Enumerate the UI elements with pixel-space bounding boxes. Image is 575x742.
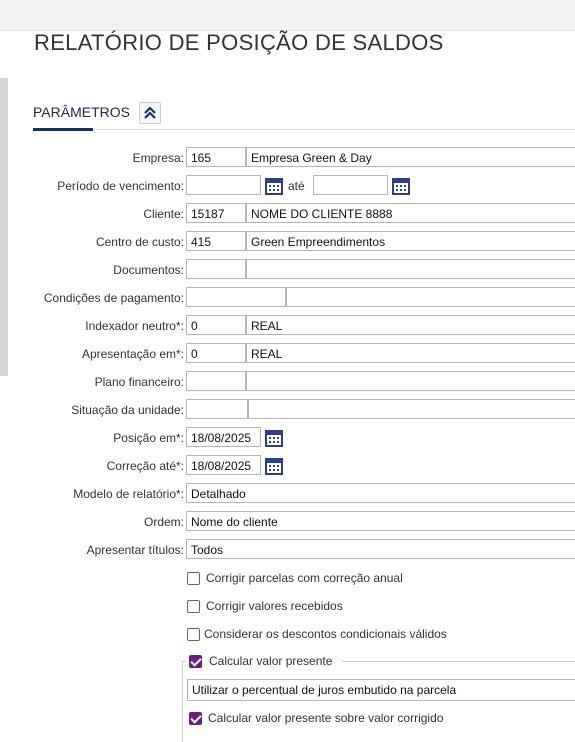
valor-presente-label: Calcular valor presente — [209, 654, 333, 668]
situacao-name-input[interactable] — [248, 399, 575, 419]
valor-presente-legend[interactable]: Calcular valor presente — [186, 653, 342, 669]
parameters-label: PARÂMETROS — [33, 104, 130, 120]
documentos-code-input[interactable] — [186, 259, 246, 279]
row-indexador: Indexador neutro*: 0 REAL — [0, 315, 575, 337]
indexador-name-input[interactable]: REAL — [246, 315, 575, 335]
calendar-icon[interactable] — [264, 456, 284, 476]
apresentacao-name-input[interactable]: REAL — [246, 343, 575, 363]
periodo-from-input[interactable] — [186, 175, 261, 195]
row-plano: Plano financeiro: — [0, 371, 575, 393]
ordem-select[interactable]: Nome do cliente — [186, 511, 575, 531]
divider — [93, 129, 575, 130]
ate-label: até — [288, 179, 305, 193]
parameters-underline — [33, 128, 93, 131]
corrigir-parcelas-label: Corrigir parcelas com correção anual — [206, 571, 403, 585]
correcao-label: Correção até*: — [106, 459, 184, 473]
valor-presente-checkbox[interactable] — [189, 655, 202, 668]
calendar-icon[interactable] — [264, 176, 284, 196]
plano-label: Plano financeiro: — [94, 375, 184, 389]
modelo-select[interactable]: Detalhado — [186, 483, 575, 503]
correcao-date-input[interactable]: 18/08/2025 — [186, 455, 261, 475]
row-titulos: Apresentar títulos: Todos — [0, 539, 575, 561]
indexador-label: Indexador neutro*: — [85, 319, 184, 333]
modelo-label: Modelo de relatório*: — [73, 487, 184, 501]
plano-code-input[interactable] — [186, 371, 246, 391]
row-periodo: Período de vencimento: até — [0, 175, 575, 197]
row-situacao: Situação da unidade: — [0, 399, 575, 421]
titulos-select[interactable]: Todos — [186, 539, 575, 559]
corrigir-parcelas-checkbox[interactable] — [187, 572, 200, 585]
row-correcao: Correção até*: 18/08/2025 — [0, 455, 575, 477]
periodo-to-input[interactable] — [313, 175, 388, 195]
empresa-name-input[interactable]: Empresa Green & Day — [246, 147, 575, 167]
valor-corrigido-checkbox[interactable] — [189, 712, 202, 725]
row-empresa: Empresa: 165 Empresa Green & Day — [0, 147, 575, 169]
valor-corrigido-label: Calcular valor presente sobre valor corr… — [208, 711, 444, 725]
row-condicoes: Condições de pagamento: — [0, 287, 575, 309]
empresa-code-input[interactable]: 165 — [186, 147, 246, 167]
apresentacao-label: Apresentação em*: — [81, 347, 184, 361]
juros-select[interactable]: Utilizar o percentual de juros embutido … — [187, 679, 575, 701]
row-posicao: Posição em*: 18/08/2025 — [0, 427, 575, 449]
descontos-checkbox[interactable] — [187, 628, 200, 641]
corrigir-valores-label: Corrigir valores recebidos — [206, 599, 343, 613]
double-chevron-up-icon — [144, 106, 156, 119]
row-documentos: Documentos: — [0, 259, 575, 281]
centro-custo-label: Centro de custo: — [95, 235, 184, 249]
page-title: RELATÓRIO DE POSIÇÃO DE SALDOS — [34, 30, 444, 55]
centro-custo-name-input[interactable]: Green Empreendimentos — [246, 231, 575, 251]
cliente-name-input[interactable]: NOME DO CLIENTE 8888 — [246, 203, 575, 223]
condicoes-name-input[interactable] — [286, 287, 575, 307]
top-bar — [0, 0, 575, 31]
posicao-date-input[interactable]: 18/08/2025 — [186, 427, 261, 447]
row-cliente: Cliente: 15187 NOME DO CLIENTE 8888 — [0, 203, 575, 225]
corrigir-valores-checkbox[interactable] — [187, 600, 200, 613]
centro-custo-code-input[interactable]: 415 — [186, 231, 246, 251]
cliente-code-input[interactable]: 15187 — [186, 203, 246, 223]
titulos-label: Apresentar títulos: — [86, 543, 184, 557]
row-modelo: Modelo de relatório*: Detalhado — [0, 483, 575, 505]
condicoes-label: Condições de pagamento: — [43, 291, 184, 305]
documentos-label: Documentos: — [113, 263, 184, 277]
situacao-label: Situação da unidade: — [71, 403, 184, 417]
row-centro-custo: Centro de custo: 415 Green Empreendiment… — [0, 231, 575, 253]
cliente-label: Cliente: — [143, 207, 184, 221]
collapse-button[interactable] — [139, 102, 161, 124]
descontos-label: Considerar os descontos condicionais vál… — [204, 627, 447, 641]
apresentacao-code-input[interactable]: 0 — [186, 343, 246, 363]
indexador-code-input[interactable]: 0 — [186, 315, 246, 335]
calendar-icon[interactable] — [391, 176, 411, 196]
situacao-code-input[interactable] — [186, 399, 248, 419]
valor-presente-fieldset — [182, 661, 575, 742]
documentos-name-input[interactable] — [246, 259, 575, 279]
empresa-label: Empresa: — [132, 151, 184, 165]
calendar-icon[interactable] — [264, 428, 284, 448]
periodo-label: Período de vencimento: — [57, 179, 184, 193]
row-ordem: Ordem: Nome do cliente — [0, 511, 575, 533]
condicoes-code-input[interactable] — [186, 287, 286, 307]
ordem-label: Ordem: — [143, 515, 184, 529]
plano-name-input[interactable] — [246, 371, 575, 391]
row-apresentacao: Apresentação em*: 0 REAL — [0, 343, 575, 365]
posicao-label: Posição em*: — [113, 431, 184, 445]
